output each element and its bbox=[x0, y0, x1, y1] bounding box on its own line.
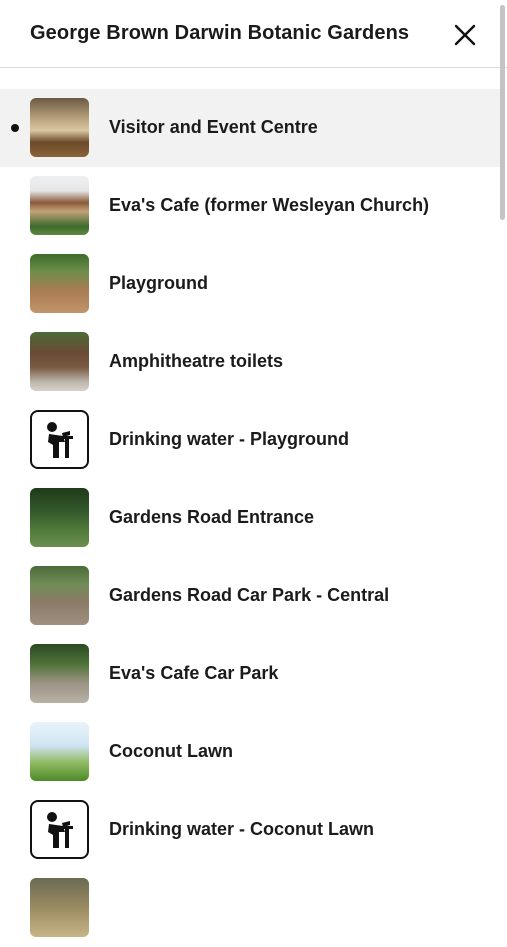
thumbnail-image bbox=[30, 566, 89, 625]
thumbnail-image bbox=[30, 488, 89, 547]
drinking-water-icon bbox=[30, 800, 89, 859]
thumbnail-image bbox=[30, 722, 89, 781]
list-item-label: Eva's Cafe Car Park bbox=[109, 663, 279, 683]
list-item-evas-cafe-car-park[interactable]: Eva's Cafe Car Park bbox=[0, 635, 500, 713]
thumbnail-image bbox=[30, 176, 89, 235]
list-item-gardens-road-car-park[interactable]: Gardens Road Car Park - Central bbox=[0, 557, 500, 635]
list-item-visitor-centre[interactable]: Visitor and Event Centre bbox=[0, 89, 500, 167]
list-item-drinking-water-playground[interactable]: Drinking water - Playground bbox=[0, 401, 500, 479]
thumbnail-image bbox=[30, 254, 89, 313]
list-item-amphitheatre-toilets[interactable]: Amphitheatre toilets bbox=[0, 323, 500, 401]
close-icon bbox=[454, 24, 476, 46]
list-item-label: Drinking water - Playground bbox=[109, 429, 350, 449]
list-item-label: Amphitheatre toilets bbox=[109, 351, 284, 371]
scrollbar[interactable] bbox=[500, 5, 505, 220]
thumbnail-image bbox=[30, 644, 89, 703]
list-item-gardens-road-entrance[interactable]: Gardens Road Entrance bbox=[0, 479, 500, 557]
list-item-label: Coconut Lawn bbox=[109, 741, 233, 761]
list-item-playground[interactable]: Playground bbox=[0, 245, 500, 323]
list-item-label: Gardens Road Car Park - Central bbox=[109, 585, 390, 605]
thumbnail-image bbox=[30, 878, 89, 937]
list-item-drinking-water-coconut-lawn[interactable]: Drinking water - Coconut Lawn bbox=[0, 791, 500, 869]
drinking-water-icon bbox=[30, 410, 89, 469]
list-item-label: Visitor and Event Centre bbox=[109, 117, 318, 137]
close-button[interactable] bbox=[452, 22, 478, 48]
thumbnail-image bbox=[30, 332, 89, 391]
list-item-label: Gardens Road Entrance bbox=[109, 507, 315, 527]
header: George Brown Darwin Botanic Gardens bbox=[0, 0, 507, 68]
list-item-coconut-lawn[interactable]: Coconut Lawn bbox=[0, 713, 500, 791]
places-list: Visitor and Event Centre Eva's Cafe (for… bbox=[0, 89, 500, 947]
list-item-label: Eva's Cafe (former Wesleyan Church) bbox=[109, 195, 430, 215]
page-title: George Brown Darwin Botanic Gardens bbox=[30, 22, 410, 44]
selected-indicator bbox=[11, 124, 19, 132]
list-item-partial[interactable] bbox=[0, 869, 500, 947]
thumbnail-image bbox=[30, 98, 89, 157]
list-item-evas-cafe[interactable]: Eva's Cafe (former Wesleyan Church) bbox=[0, 167, 500, 245]
list-item-label: Playground bbox=[109, 273, 209, 293]
list-item-label: Drinking water - Coconut Lawn bbox=[109, 819, 375, 839]
